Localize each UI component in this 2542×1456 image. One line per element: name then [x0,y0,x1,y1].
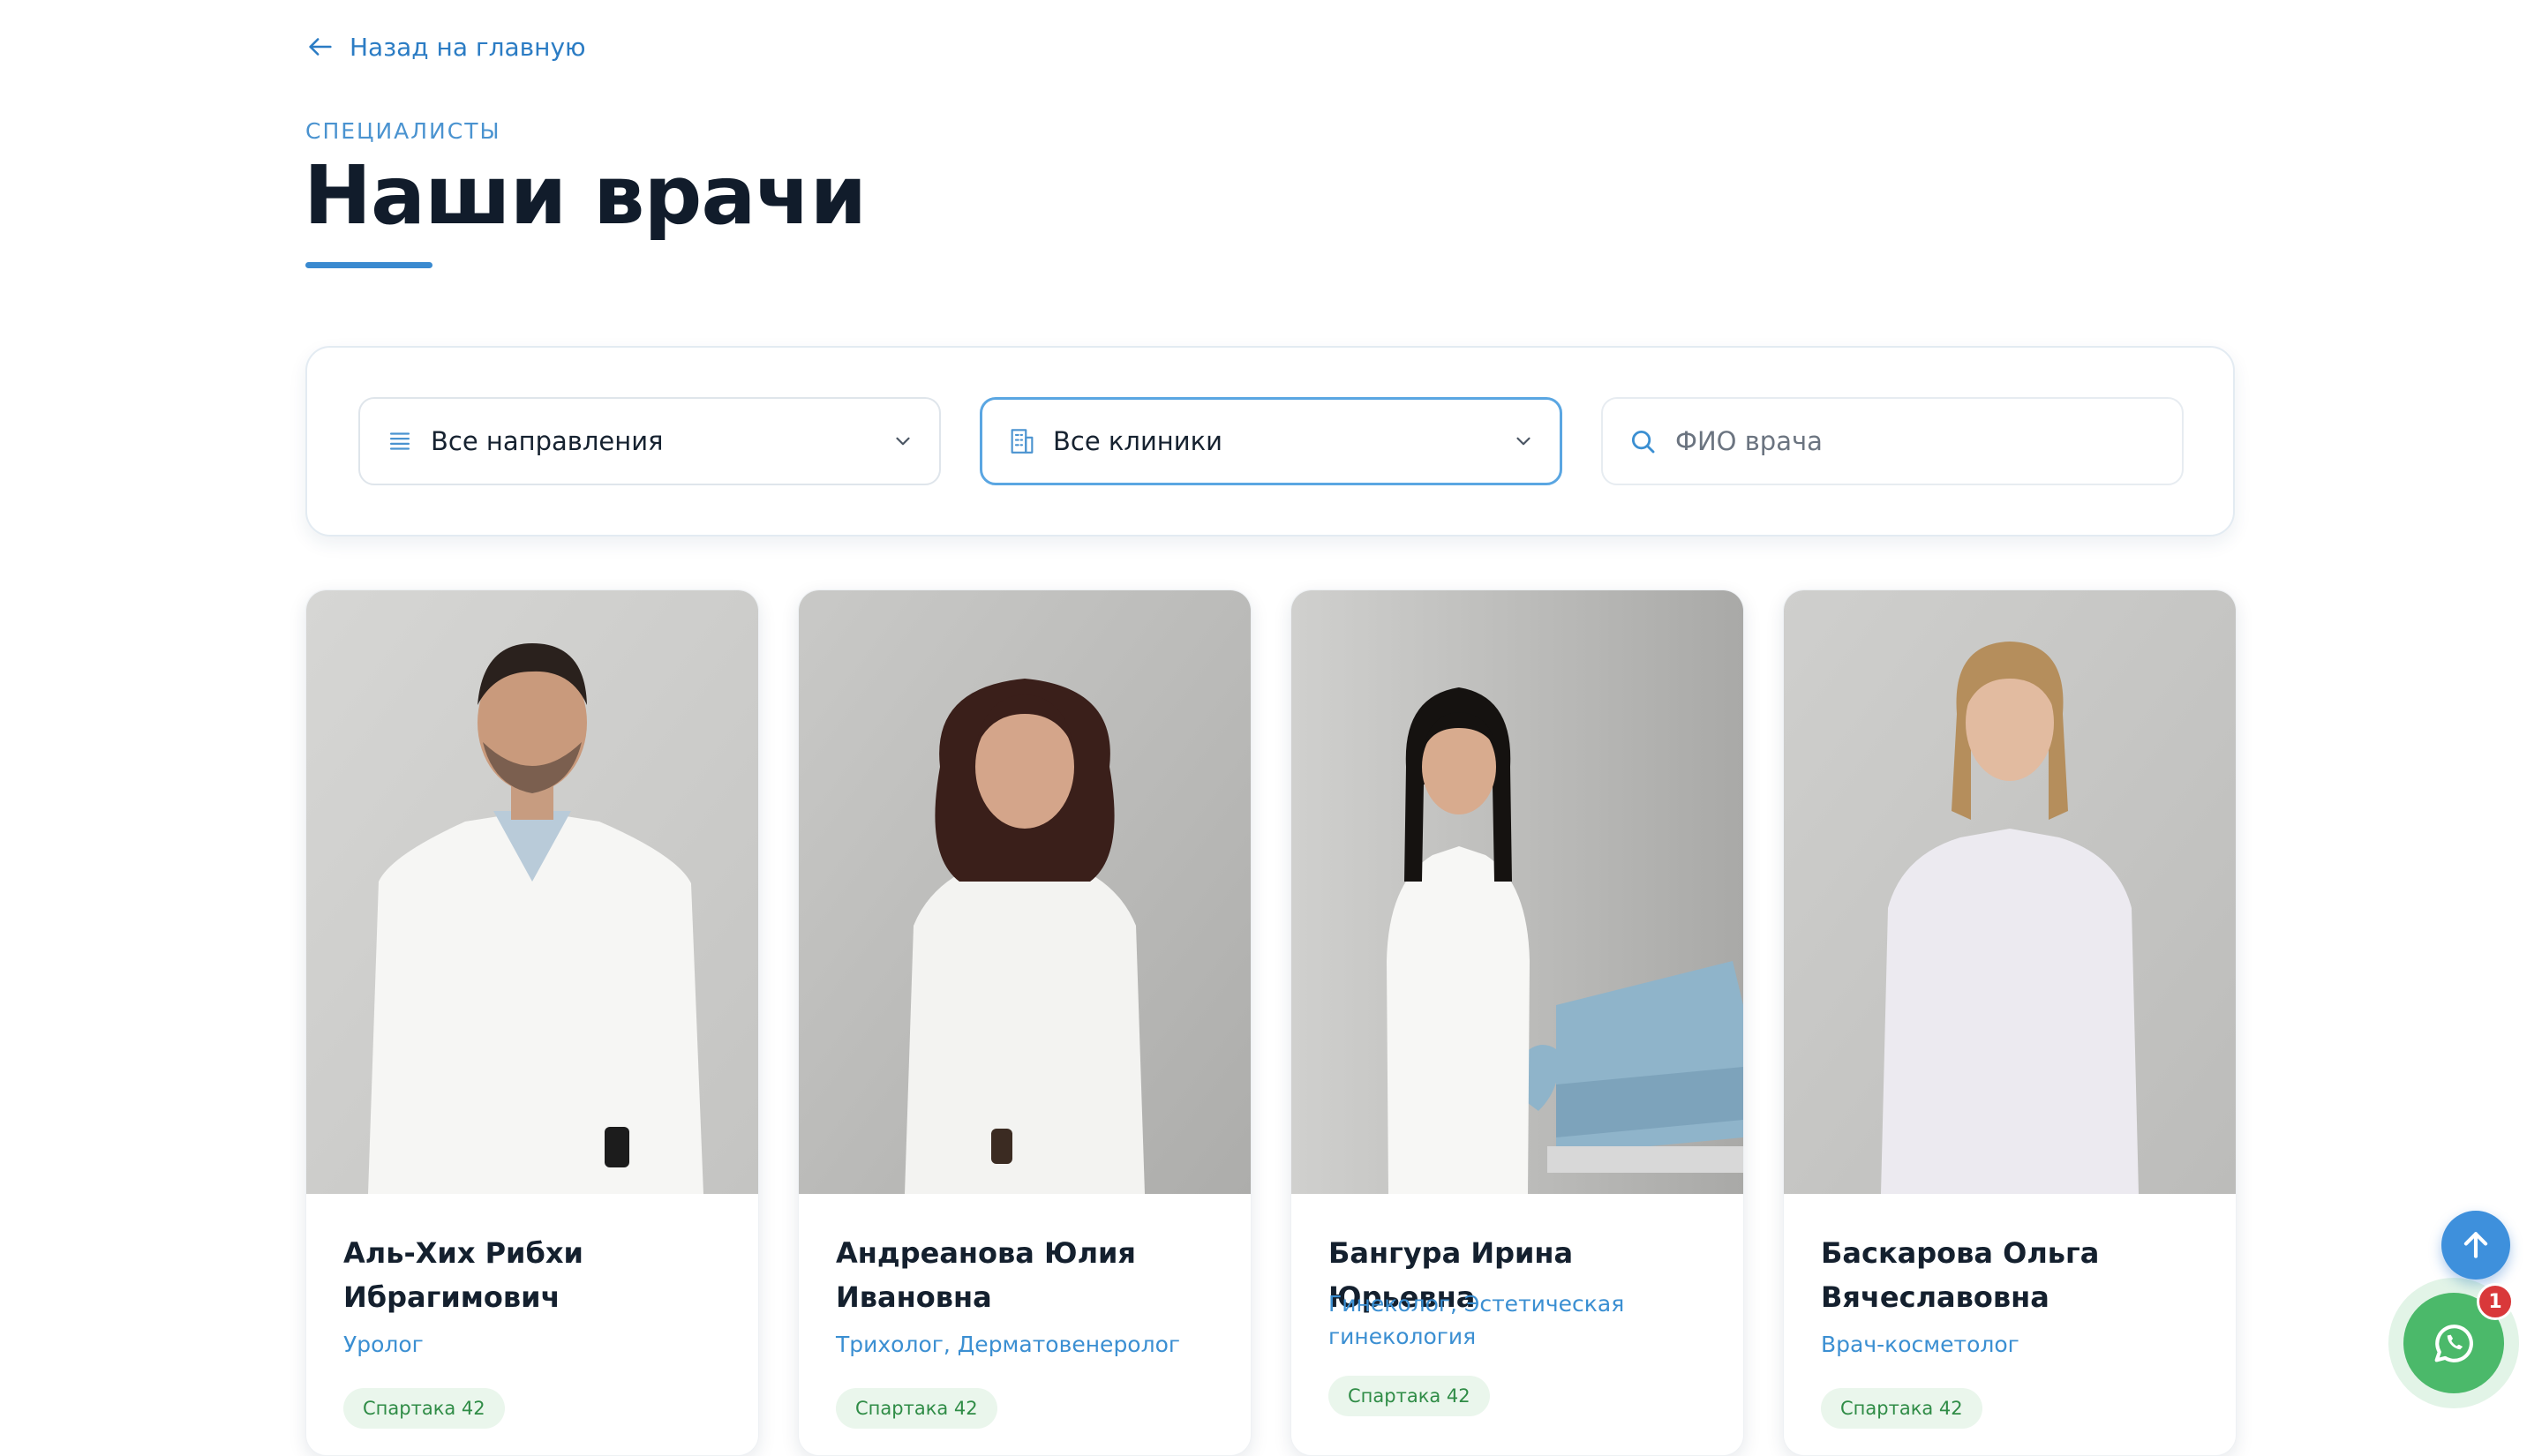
chat-notification-badge: 1 [2477,1283,2514,1320]
page-title: Наши врачи [304,148,867,243]
doctor-specialty: Врач-косметолог [1821,1332,2019,1357]
clinic-address-badge: Спартака 42 [836,1388,997,1429]
doctor-search-field[interactable] [1601,397,2184,485]
filter-panel: Все направления Все клиники [305,346,2235,537]
doctor-photo [306,590,758,1194]
doctor-name[interactable]: Андреанова Юлия Ивановна [836,1231,1215,1319]
list-icon [389,432,410,450]
doctor-specialty: Трихолог, Дерматовенеролог [836,1332,1181,1357]
clinic-address-badge: Спартака 42 [1821,1388,1982,1429]
doctor-card[interactable]: Бангура Ирина Юрьевна Гинеколог, Эстетич… [1290,589,1744,1456]
doctor-search-input[interactable] [1673,425,2157,457]
title-underline [305,262,432,268]
clinic-select[interactable]: Все клиники [980,397,1562,485]
doctor-photo [1784,590,2236,1194]
doctor-photo [1291,590,1743,1194]
doctor-specialty: Гинеколог, Эстетическая гинекология [1328,1291,1625,1349]
doctor-card[interactable]: Аль-Хих Рибхи Ибрагимович Уролог Спартак… [305,589,759,1456]
doctor-cards-grid: Аль-Хих Рибхи Ибрагимович Уролог Спартак… [305,589,2238,1456]
doctor-name[interactable]: Баскарова Ольга Вячеславовна [1821,1231,2200,1319]
whatsapp-icon [2434,1325,2473,1362]
chevron-down-icon [1516,437,1530,446]
chevron-down-icon [896,437,910,446]
back-link-label[interactable]: Назад на главную [350,33,586,62]
clinic-address-badge: Спартака 42 [343,1388,505,1429]
clinic-address-badge: Спартака 42 [1328,1376,1490,1416]
doctor-card[interactable]: Баскарова Ольга Вячеславовна Врач-космет… [1783,589,2237,1456]
arrow-left-icon [309,38,332,56]
arrow-up-icon [2463,1232,2488,1258]
clinic-select-value: Все клиники [1053,426,1222,456]
doctor-name[interactable]: Аль-Хих Рибхи Ибрагимович [343,1231,723,1319]
search-icon [1631,430,1655,454]
section-eyebrow: СПЕЦИАЛИСТЫ [305,118,501,144]
back-to-home-link[interactable]: Назад на главную [305,32,586,62]
direction-select[interactable]: Все направления [358,397,941,485]
doctor-photo [799,590,1251,1194]
building-icon [1011,429,1034,454]
scroll-to-top-button[interactable] [2441,1211,2510,1280]
whatsapp-chat-button[interactable]: 1 [2388,1278,2519,1408]
doctor-specialty: Уролог [343,1332,424,1357]
direction-select-value: Все направления [431,426,664,456]
doctor-card[interactable]: Андреанова Юлия Ивановна Трихолог, Дерма… [798,589,1252,1456]
